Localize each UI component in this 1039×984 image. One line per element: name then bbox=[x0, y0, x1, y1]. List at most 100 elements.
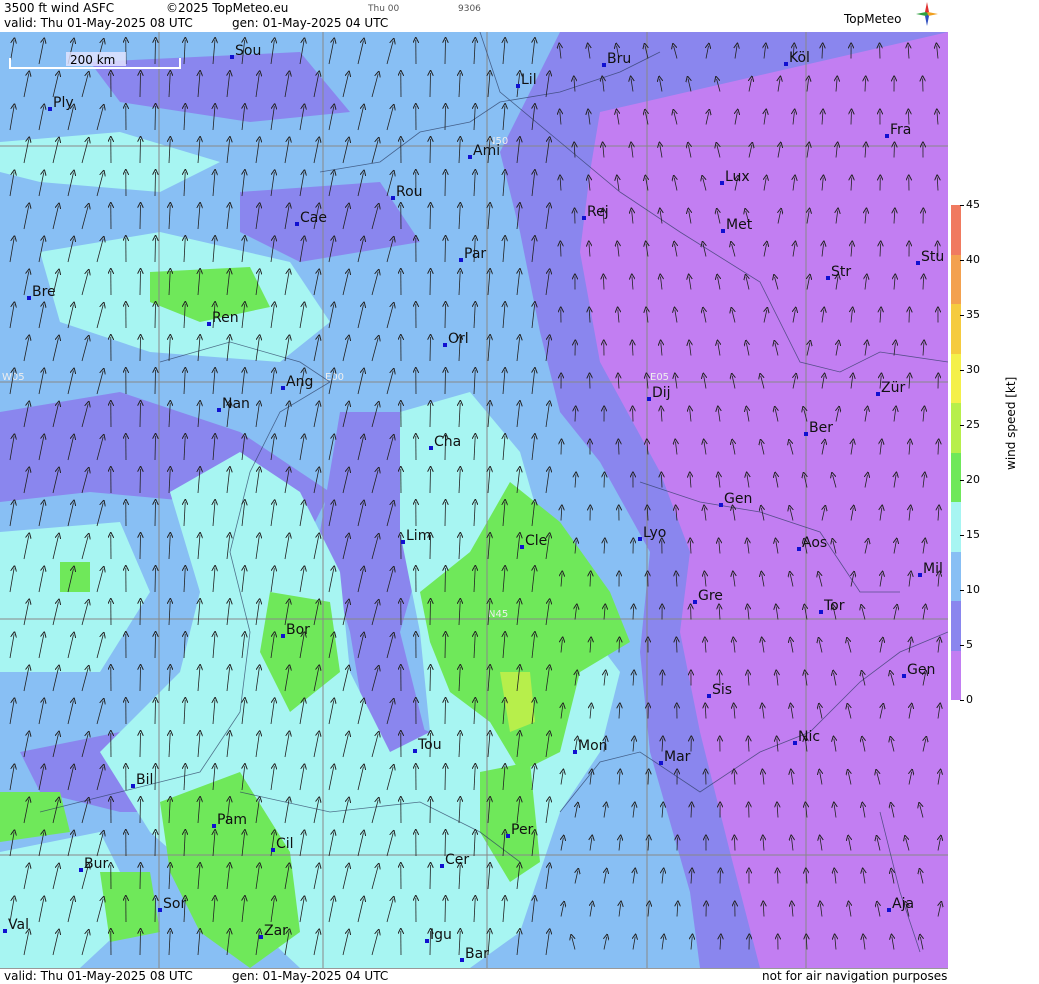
city-dot bbox=[902, 674, 906, 678]
colorbar-tick-mark bbox=[960, 315, 964, 316]
city-dot bbox=[413, 749, 417, 753]
city-dot bbox=[647, 397, 651, 401]
map-footer: valid: Thu 01-May-2025 08 UTC gen: 01-Ma… bbox=[0, 968, 948, 984]
colorbar-tick-label: 40 bbox=[966, 253, 980, 266]
city-label: Ren bbox=[212, 310, 239, 326]
colorbar-tick-mark bbox=[960, 480, 964, 481]
city-dot bbox=[916, 261, 920, 265]
city-dot bbox=[573, 750, 577, 754]
city-label: Nan bbox=[222, 396, 250, 412]
city-label: Bre bbox=[32, 284, 56, 300]
colorbar-tick-mark bbox=[960, 205, 964, 206]
colorbar-unit-label: wind speed [kt] bbox=[1004, 377, 1018, 470]
city-label: Str bbox=[831, 264, 851, 280]
city-dot bbox=[425, 939, 429, 943]
city-label: Bru bbox=[607, 51, 631, 67]
city-label: Cil bbox=[276, 836, 294, 852]
wind-map-canvas[interactable]: N50N45W05E00E05 200 km SouBruKölPlyLilAm… bbox=[0, 32, 948, 968]
colorbar-legend: 454035302520151050 bbox=[948, 0, 1039, 983]
city-dot bbox=[230, 55, 234, 59]
colorbar-tick-label: 15 bbox=[966, 528, 980, 541]
wind-arrow bbox=[661, 475, 662, 488]
colorbar-segment bbox=[951, 354, 961, 404]
wind-arrow bbox=[618, 442, 619, 455]
city-label: Orl bbox=[448, 331, 469, 347]
city-dot bbox=[217, 408, 221, 412]
grid-label: E00 bbox=[325, 372, 344, 383]
city-label: Per bbox=[511, 822, 534, 838]
colorbar-tick-label: 5 bbox=[966, 638, 973, 651]
wind-map[interactable]: N50N45W05E00E05 200 km SouBruKölPlyLilAm… bbox=[0, 32, 948, 968]
city-label: Sis bbox=[712, 682, 732, 698]
copyright: ©2025 TopMeteo.eu bbox=[166, 1, 288, 15]
city-label: Nic bbox=[798, 729, 820, 745]
city-dot bbox=[707, 694, 711, 698]
city-label: Stu bbox=[921, 249, 944, 265]
wind-arrow bbox=[603, 277, 604, 290]
wind-arrow bbox=[676, 640, 677, 653]
city-dot bbox=[793, 741, 797, 745]
city-label: Cae bbox=[300, 210, 327, 226]
city-dot bbox=[281, 634, 285, 638]
colorbar-tick-label: 20 bbox=[966, 473, 980, 486]
city-dot bbox=[401, 540, 405, 544]
city-dot bbox=[784, 62, 788, 66]
city-label: Ply bbox=[53, 95, 74, 111]
colorbar-tick-label: 0 bbox=[966, 693, 973, 706]
city-dot bbox=[27, 296, 31, 300]
city-label: Igu bbox=[430, 927, 452, 943]
city-dot bbox=[602, 63, 606, 67]
city-dot bbox=[582, 216, 586, 220]
colorbar-segment bbox=[951, 502, 961, 552]
city-label: Ang bbox=[286, 374, 313, 390]
city-dot bbox=[659, 761, 663, 765]
city-dot bbox=[460, 958, 464, 962]
city-label: Rou bbox=[396, 184, 423, 200]
city-dot bbox=[804, 432, 808, 436]
city-label: Sou bbox=[235, 43, 261, 59]
city-dot bbox=[721, 229, 725, 233]
colorbar-segment bbox=[951, 403, 961, 453]
city-dot bbox=[693, 600, 697, 604]
colorbar-segment bbox=[951, 255, 961, 305]
colorbar-tick-mark bbox=[960, 425, 964, 426]
topmeteo-logo: TopMeteo bbox=[844, 2, 940, 30]
footer-generated-time: gen: 01-May-2025 04 UTC bbox=[232, 969, 388, 983]
colorbar-tick-mark bbox=[960, 370, 964, 371]
city-dot bbox=[887, 908, 891, 912]
colorbar-tick-label: 30 bbox=[966, 363, 980, 376]
city-label: Lyo bbox=[643, 525, 666, 541]
city-dot bbox=[295, 222, 299, 226]
city-dot bbox=[719, 503, 723, 507]
colorbar-tick-label: 35 bbox=[966, 308, 980, 321]
colorbar-segment bbox=[951, 651, 961, 701]
logo-text: TopMeteo bbox=[844, 12, 901, 26]
wind-arrow bbox=[560, 244, 561, 257]
city-dot bbox=[638, 537, 642, 541]
city-label: Sor bbox=[163, 896, 186, 912]
city-dot bbox=[520, 545, 524, 549]
city-dot bbox=[429, 446, 433, 450]
city-label: Lil bbox=[521, 72, 537, 88]
city-label: Rej bbox=[587, 204, 609, 220]
city-label: Köl bbox=[789, 50, 810, 66]
run-tag: Thu 00 bbox=[368, 4, 399, 14]
city-label: Gre bbox=[698, 588, 723, 604]
city-label: Dij bbox=[652, 385, 671, 401]
colorbar-tick-mark bbox=[960, 700, 964, 701]
colorbar bbox=[951, 205, 961, 700]
city-label: Bor bbox=[286, 622, 310, 638]
footer-valid-time: valid: Thu 01-May-2025 08 UTC bbox=[4, 969, 193, 983]
city-dot bbox=[819, 610, 823, 614]
product-code: 9306 bbox=[458, 4, 481, 14]
wind-arrow bbox=[777, 871, 778, 884]
city-dot bbox=[516, 84, 520, 88]
city-dot bbox=[797, 547, 801, 551]
city-dot bbox=[443, 343, 447, 347]
colorbar-tick-mark bbox=[960, 535, 964, 536]
city-label: Val bbox=[8, 917, 29, 933]
city-label: Aos bbox=[802, 535, 827, 551]
city-label: Fra bbox=[890, 122, 911, 138]
city-dot bbox=[281, 386, 285, 390]
city-dot bbox=[918, 573, 922, 577]
